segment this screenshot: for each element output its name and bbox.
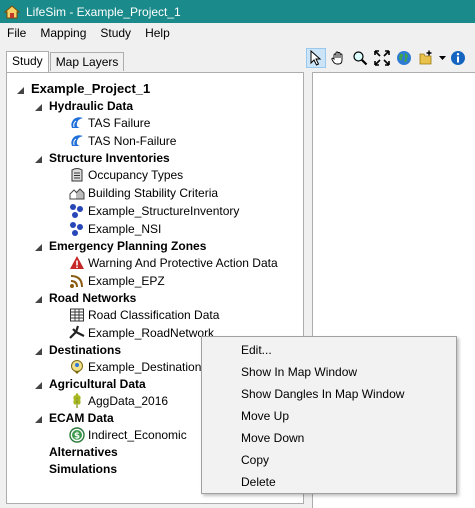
panel-tabs: Study Map Layers	[6, 51, 125, 72]
tree-node-root[interactable]: Example_Project_1	[16, 80, 150, 97]
destination-pin-icon	[69, 359, 85, 375]
collapse-triangle-icon[interactable]	[34, 345, 43, 355]
tree-item-label: AggData_2016	[88, 393, 169, 408]
tree-group-label: Destinations	[49, 342, 122, 357]
dollar-coin-icon: $	[69, 426, 85, 443]
tree-group-label: Road Networks	[49, 290, 137, 305]
structure-points-icon	[69, 221, 85, 237]
context-menu-move-down[interactable]: Move Down	[203, 427, 455, 449]
menu-file[interactable]: File	[0, 23, 33, 43]
title-bar: LifeSim - Example_Project_1	[0, 0, 475, 23]
road-network-icon	[69, 325, 85, 341]
tree-item-aggdata-2016[interactable]: AggData_2016	[69, 392, 168, 409]
tree-group-agricultural-data[interactable]: Agricultural Data	[34, 375, 146, 392]
tree-item-label: Example_Destinations	[88, 359, 208, 374]
signal-arcs-icon	[69, 273, 85, 289]
menu-study[interactable]: Study	[93, 23, 138, 43]
tree-item-example-road-network[interactable]: Example_RoadNetwork	[69, 324, 214, 341]
tree-item-tas-non-failure[interactable]: TAS Non-Failure	[69, 132, 176, 149]
tree-group-emergency-planning-zones[interactable]: Emergency Planning Zones	[34, 237, 206, 254]
wave-icon	[69, 133, 85, 149]
tree-item-label: Warning And Protective Action Data	[88, 255, 278, 270]
tree-group-road-networks[interactable]: Road Networks	[34, 289, 136, 306]
occupancy-types-icon	[69, 167, 85, 183]
map-toolbar	[306, 46, 475, 70]
globe-icon[interactable]	[394, 48, 414, 68]
tree-item-label: Example_RoadNetwork	[88, 325, 215, 340]
tree-item-label: Building Stability Criteria	[88, 185, 219, 200]
dropdown-arrow-icon[interactable]	[438, 48, 446, 68]
select-arrow-icon[interactable]	[306, 48, 326, 68]
collapse-triangle-icon[interactable]	[34, 241, 43, 251]
context-menu-copy[interactable]: Copy	[203, 449, 455, 471]
tree-item-example-epz[interactable]: Example_EPZ	[69, 272, 165, 289]
tree-group-label: Emergency Planning Zones	[49, 238, 207, 253]
zoom-icon[interactable]	[350, 48, 370, 68]
building-stability-icon	[69, 185, 85, 201]
context-menu-edit[interactable]: Edit...	[203, 339, 455, 361]
svg-text:$: $	[74, 431, 80, 441]
tree-item-label: Occupancy Types	[88, 167, 184, 182]
tree-group-alternatives[interactable]: Alternatives	[49, 443, 118, 460]
context-menu-move-up[interactable]: Move Up	[203, 405, 455, 427]
tree-item-tas-failure[interactable]: TAS Failure	[69, 114, 150, 131]
menu-bar: File Mapping Study Help	[0, 23, 475, 43]
tree-item-label: Example_StructureInventory	[88, 203, 240, 218]
tree-item-occupancy-types[interactable]: Occupancy Types	[69, 166, 183, 183]
tree-group-label: Hydraulic Data	[49, 98, 134, 113]
tree-group-label: ECAM Data	[49, 410, 114, 425]
add-layer-icon[interactable]	[416, 48, 436, 68]
pan-hand-icon[interactable]	[328, 48, 348, 68]
menu-mapping[interactable]: Mapping	[33, 23, 93, 43]
tree-item-example-destinations[interactable]: Example_Destinations	[69, 358, 207, 375]
wheat-icon	[69, 392, 85, 409]
collapse-triangle-icon[interactable]	[34, 101, 43, 111]
tree-item-warning-protective-action-data[interactable]: Warning And Protective Action Data	[69, 254, 278, 271]
warning-icon	[69, 255, 85, 271]
tree-item-label: Example_NSI	[88, 221, 162, 236]
info-icon[interactable]	[448, 48, 468, 68]
tree-item-road-classification-data[interactable]: Road Classification Data	[69, 306, 219, 323]
tree-group-label: Structure Inventories	[49, 150, 170, 165]
collapse-triangle-icon[interactable]	[34, 413, 43, 423]
tree-group-hydraulic-data[interactable]: Hydraulic Data	[34, 97, 133, 114]
menu-help[interactable]: Help	[138, 23, 177, 43]
zoom-extent-icon[interactable]	[372, 48, 392, 68]
lifesim-window: LifeSim - Example_Project_1 File Mapping…	[0, 0, 475, 508]
tree-item-label: Road Classification Data	[88, 307, 220, 322]
context-menu-show-dangles[interactable]: Show Dangles In Map Window	[203, 383, 455, 405]
table-grid-icon	[69, 307, 85, 323]
collapse-triangle-icon[interactable]	[34, 293, 43, 303]
collapse-triangle-icon[interactable]	[16, 84, 25, 94]
tree-group-ecam-data[interactable]: ECAM Data	[34, 409, 114, 426]
tree-item-label: Indirect_Economic	[88, 427, 187, 442]
collapse-triangle-icon[interactable]	[34, 379, 43, 389]
tree-item-example-structure-inventory[interactable]: Example_StructureInventory	[69, 202, 239, 219]
lifesim-app-icon	[3, 4, 21, 20]
context-menu-show-in-map-window[interactable]: Show In Map Window	[203, 361, 455, 383]
context-menu: Edit... Show In Map Window Show Dangles …	[201, 336, 457, 494]
tree-group-destinations[interactable]: Destinations	[34, 341, 121, 358]
tree-group-label: Alternatives	[49, 444, 118, 459]
tree-group-label: Agricultural Data	[49, 376, 146, 391]
wave-icon	[69, 115, 85, 131]
tree-item-indirect-economic[interactable]: $ Indirect_Economic	[69, 426, 187, 443]
context-menu-delete[interactable]: Delete	[203, 471, 455, 493]
tree-item-building-stability-criteria[interactable]: Building Stability Criteria	[69, 184, 218, 201]
collapse-triangle-icon[interactable]	[34, 153, 43, 163]
tree-item-label: Example_EPZ	[88, 273, 165, 288]
tab-study[interactable]: Study	[6, 51, 49, 72]
tree-item-example-nsi[interactable]: Example_NSI	[69, 220, 161, 237]
structure-points-icon	[69, 203, 85, 219]
tree-group-label: Simulations	[49, 461, 118, 476]
tree-group-simulations[interactable]: Simulations	[49, 460, 117, 477]
tree-root-label: Example_Project_1	[31, 81, 151, 96]
tree-group-structure-inventories[interactable]: Structure Inventories	[34, 149, 170, 166]
tab-map-layers[interactable]: Map Layers	[49, 52, 125, 71]
tree-item-label: TAS Non-Failure	[88, 133, 177, 148]
tree-item-label: TAS Failure	[88, 115, 151, 130]
window-title: LifeSim - Example_Project_1	[26, 4, 181, 19]
